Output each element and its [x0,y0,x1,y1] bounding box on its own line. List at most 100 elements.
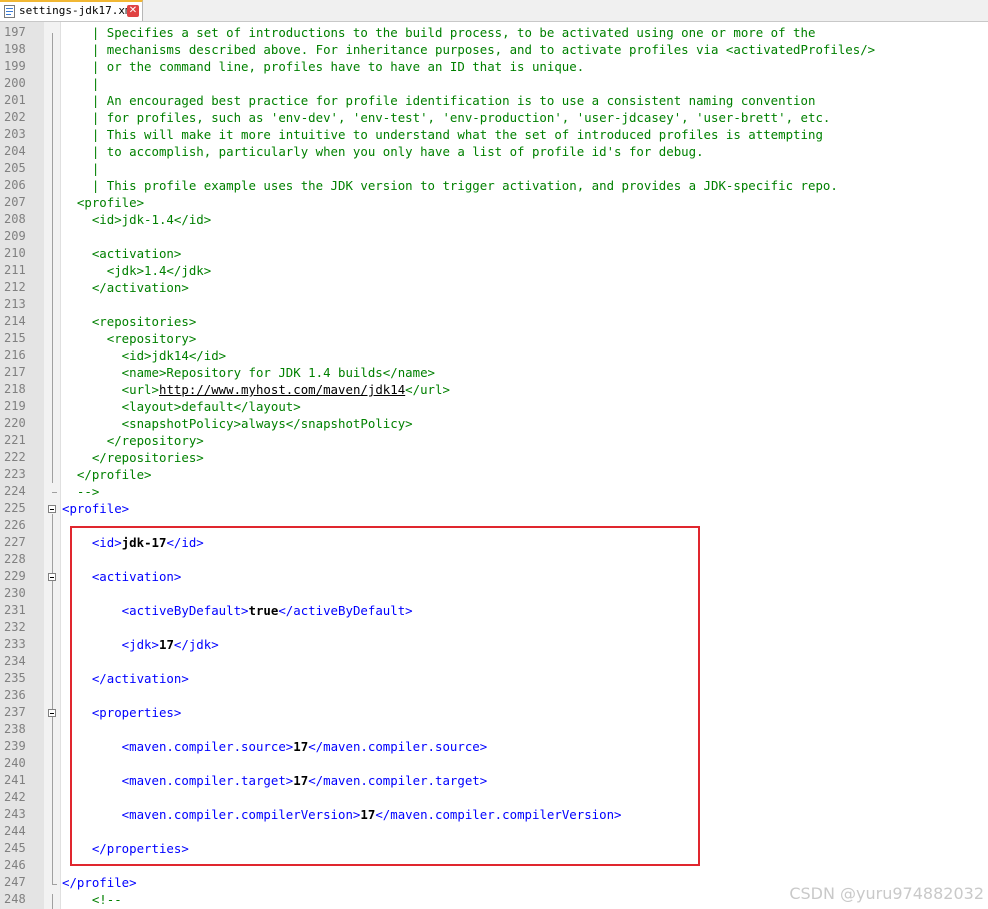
code-text: <repository> [62,330,197,347]
line-number: 223 [4,467,26,481]
line-number: 208 [4,212,26,226]
line-number: 206 [4,178,26,192]
code-token: <name>Repository for JDK 1.4 builds</nam… [62,365,435,380]
code-text: | mechanisms described above. For inheri… [62,41,875,58]
code-token: <activation> [62,246,182,261]
code-text: <layout>default</layout> [62,398,301,415]
line-number: 213 [4,297,26,311]
line-number: 225 [4,501,26,515]
code-line[interactable]: 215 <repository> [0,330,988,347]
line-number: 237 [4,705,26,719]
code-line[interactable]: 197 | Specifies a set of introductions t… [0,24,988,41]
url-link[interactable]: http://www.myhost.com/maven/jdk14 [159,382,405,397]
code-line[interactable]: 205 | [0,160,988,177]
code-line[interactable]: 213 [0,296,988,313]
fold-toggle-icon[interactable] [48,573,56,581]
fold-end-marker [52,884,57,885]
code-line[interactable]: 206 | This profile example uses the JDK … [0,177,988,194]
code-text: </profile> [62,874,137,891]
code-line[interactable]: 210 <activation> [0,245,988,262]
line-number: 238 [4,722,26,736]
code-token: </repositories> [62,450,204,465]
close-icon[interactable]: ✕ [127,5,139,17]
code-token: <id>jdk14</id> [62,348,227,363]
code-token: </profile> [62,875,137,890]
code-token: | for profiles, such as 'env-dev', 'env-… [62,110,831,125]
code-line[interactable]: 221 </repository> [0,432,988,449]
code-text: <url>http://www.myhost.com/maven/jdk14</… [62,381,450,398]
fold-line [52,894,53,909]
code-line[interactable]: 223 </profile> [0,466,988,483]
code-text: <repositories> [62,313,196,330]
code-token: <jdk>1.4</jdk> [62,263,212,278]
code-token: <profile> [62,195,145,210]
line-number: 219 [4,399,26,413]
line-number: 232 [4,620,26,634]
code-text: | [62,75,99,92]
fold-line [52,33,53,483]
code-line[interactable]: 216 <id>jdk14</id> [0,347,988,364]
code-line[interactable]: 202 | for profiles, such as 'env-dev', '… [0,109,988,126]
code-token: <repositories> [62,314,197,329]
code-text: <activation> [62,245,182,262]
code-text: <profile> [62,500,129,517]
code-line[interactable]: 201 | An encouraged best practice for pr… [0,92,988,109]
tab-settings-jdk17[interactable]: settings-jdk17.xml ✕ [0,0,143,21]
line-number: 218 [4,382,26,396]
code-line[interactable]: 218 <url>http://www.myhost.com/maven/jdk… [0,381,988,398]
line-number: 198 [4,42,26,56]
code-line[interactable]: 222 </repositories> [0,449,988,466]
line-number: 243 [4,807,26,821]
fold-toggle-icon[interactable] [48,505,56,513]
line-number: 244 [4,824,26,838]
line-number: 226 [4,518,26,532]
code-line[interactable]: 219 <layout>default</layout> [0,398,988,415]
code-text: <jdk>1.4</jdk> [62,262,211,279]
line-number: 228 [4,552,26,566]
code-token: </repository> [62,433,204,448]
code-line[interactable]: 214 <repositories> [0,313,988,330]
line-number: 220 [4,416,26,430]
code-line[interactable]: 211 <jdk>1.4</jdk> [0,262,988,279]
line-number: 205 [4,161,26,175]
line-number: 245 [4,841,26,855]
line-number: 216 [4,348,26,362]
code-line[interactable]: 198 | mechanisms described above. For in… [0,41,988,58]
code-token: | Specifies a set of introductions to th… [62,25,816,40]
code-text: | An encouraged best practice for profil… [62,92,816,109]
code-token: | to accomplish, particularly when you o… [62,144,704,159]
code-text: | Specifies a set of introductions to th… [62,24,816,41]
code-line[interactable]: 204 | to accomplish, particularly when y… [0,143,988,160]
code-line[interactable]: 203 | This will make it more intuitive t… [0,126,988,143]
code-text: <profile> [62,194,144,211]
code-line[interactable]: 212 </activation> [0,279,988,296]
fold-end-marker [52,492,57,493]
code-line[interactable]: 199 | or the command line, profiles have… [0,58,988,75]
code-token: </url> [405,382,450,397]
code-line[interactable]: 208 <id>jdk-1.4</id> [0,211,988,228]
fold-toggle-icon[interactable] [48,709,56,717]
code-token: --> [62,484,100,499]
code-text: <id>jdk14</id> [62,347,226,364]
line-number: 209 [4,229,26,243]
code-text: <!-- [62,891,122,908]
code-token: <snapshotPolicy>always</snapshotPolicy> [62,416,413,431]
code-line[interactable]: 207 <profile> [0,194,988,211]
code-line[interactable]: 224 --> [0,483,988,500]
code-token: <id>jdk-1.4</id> [62,212,212,227]
line-number: 222 [4,450,26,464]
line-number: 214 [4,314,26,328]
code-text: </repository> [62,432,204,449]
code-line[interactable]: 217 <name>Repository for JDK 1.4 builds<… [0,364,988,381]
code-text: | This profile example uses the JDK vers… [62,177,838,194]
code-line[interactable]: 220 <snapshotPolicy>always</snapshotPoli… [0,415,988,432]
code-line[interactable]: 200 | [0,75,988,92]
code-token: | [62,161,100,176]
code-line[interactable]: 225 <profile> [0,500,988,517]
line-number: 235 [4,671,26,685]
code-text: </repositories> [62,449,204,466]
line-number: 246 [4,858,26,872]
line-number: 200 [4,76,26,90]
code-line[interactable]: 209 [0,228,988,245]
code-token: <layout>default</layout> [62,399,301,414]
